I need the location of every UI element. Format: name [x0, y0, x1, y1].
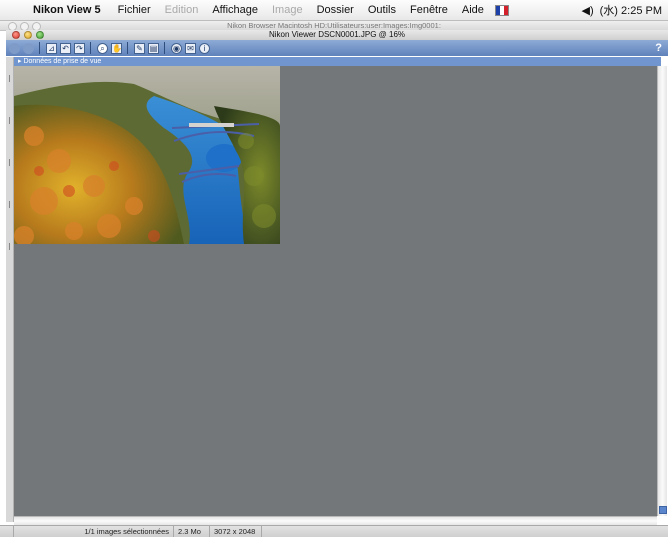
window-titlebar[interactable]: Nikon Viewer DSCN0001.JPG @ 16%	[6, 30, 668, 40]
menu-edition[interactable]: Edition	[158, 4, 206, 16]
toolbar-separator	[127, 42, 128, 54]
vertical-scroll-thumb[interactable]	[659, 506, 667, 514]
horizontal-scrollbar[interactable]	[14, 516, 657, 525]
vertical-scrollbar[interactable]	[657, 66, 667, 516]
page-icon[interactable]: ▤	[148, 42, 159, 54]
volume-icon[interactable]: ◀)	[582, 4, 594, 17]
menu-bar: Nikon View 5 Fichier Edition Affichage I…	[0, 0, 668, 21]
strip-tick	[9, 243, 10, 250]
shooting-data-label: Données de prise de vue	[23, 58, 102, 65]
status-dimensions: 3072 x 2048	[210, 526, 262, 537]
image-canvas[interactable]	[14, 66, 657, 516]
strip-tick	[9, 201, 10, 208]
forward-icon[interactable]: ▶	[23, 42, 34, 54]
disclosure-triangle-icon[interactable]: ▸	[18, 58, 22, 65]
rotate-left-icon[interactable]: ↶	[60, 42, 71, 54]
photo-image	[14, 66, 280, 244]
toolbar-separator	[39, 42, 40, 54]
close-window-icon[interactable]	[12, 31, 20, 39]
background-window-title: Nikon Browser Macintosh HD:Utilisateurs:…	[227, 21, 441, 30]
window-controls	[12, 30, 44, 39]
strip-tick	[9, 159, 10, 166]
status-file-size: 2.3 Mo	[174, 526, 210, 537]
zoom-icon[interactable]: ⌕	[97, 42, 108, 54]
window-title: Nikon Viewer DSCN0001.JPG @ 16%	[268, 30, 406, 39]
crop-icon[interactable]: ⊿	[46, 42, 57, 54]
edit-icon[interactable]: ✎	[134, 42, 145, 54]
minimize-window-icon[interactable]	[24, 31, 32, 39]
viewer-toolbar: ◀ ▶ ⊿ ↶ ↷ ⌕ ✋ ✎ ▤ ◉ ✉ i ?	[6, 40, 668, 56]
keyboard-flag-icon[interactable]	[494, 4, 509, 16]
zoom-window-icon[interactable]	[36, 31, 44, 39]
mail-icon[interactable]: ✉	[185, 42, 196, 54]
menu-outils[interactable]: Outils	[361, 4, 403, 16]
toolbar-separator	[90, 42, 91, 54]
menu-fichier[interactable]: Fichier	[111, 4, 158, 16]
menu-fenetre[interactable]: Fenêtre	[403, 4, 455, 16]
hand-icon[interactable]: ✋	[111, 42, 122, 54]
help-button[interactable]: ?	[655, 42, 662, 54]
status-bar: 1/1 images sélectionnées 2.3 Mo 3072 x 2…	[0, 525, 668, 537]
strip-tick	[9, 117, 10, 124]
menu-app[interactable]: Nikon View 5	[26, 4, 111, 16]
menu-aide[interactable]: Aide	[455, 4, 491, 16]
strip-tick	[9, 75, 10, 82]
status-spacer	[0, 526, 14, 537]
menu-image[interactable]: Image	[265, 4, 310, 16]
menubar-clock[interactable]: (水) 2:25 PM	[600, 2, 662, 18]
back-icon[interactable]: ◀	[9, 42, 20, 54]
status-selection: 1/1 images sélectionnées	[14, 526, 174, 537]
photo-landscape	[14, 66, 280, 244]
left-panel-strip[interactable]	[6, 57, 14, 522]
info-icon[interactable]: i	[199, 42, 210, 54]
menu-dossier[interactable]: Dossier	[310, 4, 361, 16]
menu-affichage[interactable]: Affichage	[205, 4, 265, 16]
rotate-right-icon[interactable]: ↷	[74, 42, 85, 54]
toolbar-separator	[164, 42, 165, 54]
print-icon[interactable]: ◉	[171, 42, 182, 54]
shooting-data-bar[interactable]: ▸ Données de prise de vue	[14, 57, 661, 66]
